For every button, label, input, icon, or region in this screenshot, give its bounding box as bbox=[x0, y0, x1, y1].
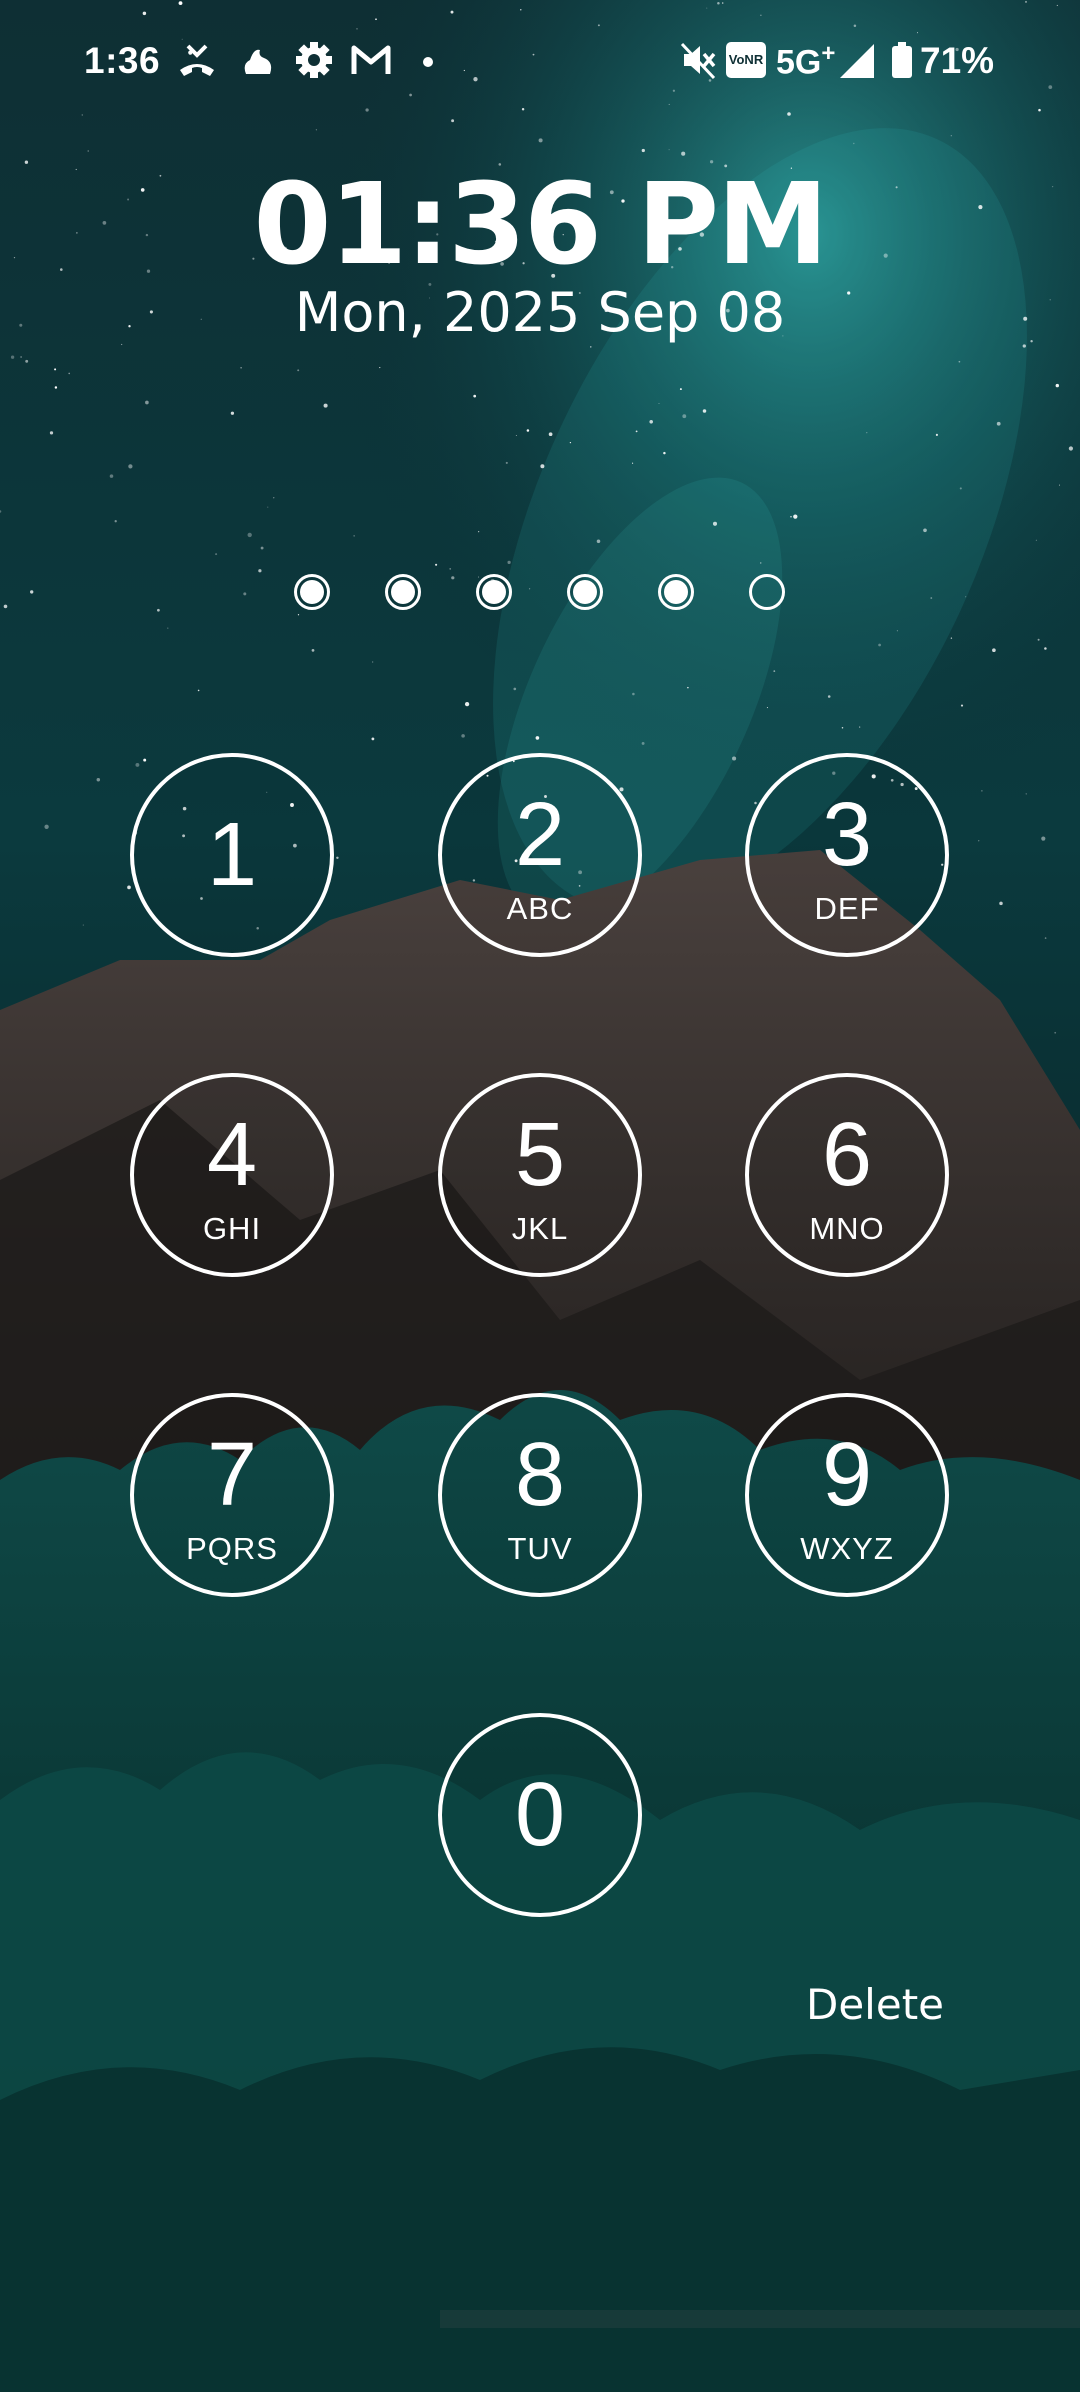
key-5[interactable]: 5 JKL bbox=[438, 1073, 642, 1277]
network-label: 5G bbox=[776, 43, 822, 82]
network-plus: + bbox=[821, 40, 836, 67]
key-digit: 9 bbox=[821, 1425, 873, 1525]
key-6[interactable]: 6 MNO bbox=[745, 1073, 949, 1277]
network-type: 5G+ bbox=[776, 40, 835, 82]
pin-dot-filled bbox=[294, 574, 330, 610]
key-letters: TUV bbox=[507, 1531, 573, 1566]
notification-icon bbox=[244, 49, 272, 74]
vonr-icon: VoNR bbox=[726, 42, 766, 78]
key-digit: 3 bbox=[821, 785, 873, 885]
key-digit: 1 bbox=[206, 805, 258, 905]
lock-clock: 01:36 PM bbox=[253, 160, 828, 290]
key-letters: PQRS bbox=[186, 1531, 278, 1566]
key-digit: 7 bbox=[206, 1425, 258, 1525]
key-3[interactable]: 3 DEF bbox=[745, 753, 949, 957]
missed-call-icon bbox=[180, 44, 214, 76]
key-1[interactable]: 1 bbox=[130, 753, 334, 957]
key-letters: DEF bbox=[814, 891, 880, 926]
lock-screen: 1:36 VoNR 5G+ 71% 01:36 PM Mon, 2025 Sep… bbox=[0, 0, 1080, 2392]
key-digit: 6 bbox=[821, 1105, 873, 1205]
key-letters: JKL bbox=[511, 1211, 569, 1246]
mute-icon bbox=[680, 42, 716, 80]
key-digit: 0 bbox=[514, 1765, 566, 1865]
status-time: 1:36 bbox=[84, 40, 161, 81]
key-digit: 8 bbox=[514, 1425, 566, 1525]
key-letters: GHI bbox=[202, 1211, 262, 1246]
battery-percent: 71% bbox=[920, 40, 995, 81]
status-bar: 1:36 VoNR 5G+ 71% bbox=[0, 0, 1080, 124]
key-4[interactable]: 4 GHI bbox=[130, 1073, 334, 1277]
key-letters: MNO bbox=[809, 1211, 885, 1246]
gmail-icon bbox=[351, 45, 391, 74]
lock-date: Mon, 2025 Sep 08 bbox=[294, 281, 786, 344]
key-digit: 2 bbox=[514, 785, 566, 885]
key-7[interactable]: 7 PQRS bbox=[130, 1393, 334, 1597]
pin-dot-filled bbox=[385, 574, 421, 610]
key-2[interactable]: 2 ABC bbox=[438, 753, 642, 957]
more-dot-icon bbox=[423, 57, 433, 67]
key-9[interactable]: 9 WXYZ bbox=[745, 1393, 949, 1597]
settings-gear-icon bbox=[296, 42, 332, 78]
pin-dot-empty bbox=[749, 574, 785, 610]
pin-dot-filled bbox=[476, 574, 512, 610]
key-digit: 5 bbox=[514, 1105, 566, 1205]
pin-indicator bbox=[294, 574, 790, 612]
pin-dot-filled bbox=[567, 574, 603, 610]
key-8[interactable]: 8 TUV bbox=[438, 1393, 642, 1597]
key-letters: ABC bbox=[506, 891, 574, 926]
battery-icon bbox=[892, 42, 912, 78]
key-letters: WXYZ bbox=[800, 1531, 894, 1566]
key-0[interactable]: 0 bbox=[438, 1713, 642, 1917]
delete-button[interactable]: Delete bbox=[790, 1980, 960, 2029]
signal-icon bbox=[840, 44, 874, 78]
key-digit: 4 bbox=[206, 1105, 258, 1205]
pin-dot-filled bbox=[658, 574, 694, 610]
